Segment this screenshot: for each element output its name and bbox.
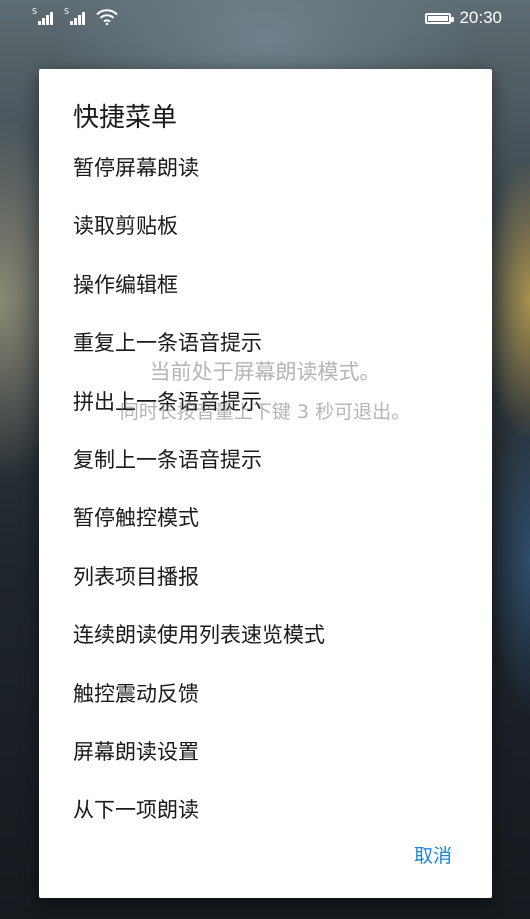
wifi-icon — [96, 9, 118, 25]
menu-item[interactable]: 复制上一条语音提示 — [73, 437, 463, 483]
menu-item[interactable]: 暂停屏幕朗读 — [73, 145, 463, 191]
cell-signal-icon: S — [32, 7, 56, 25]
menu-item[interactable]: 列表项目播报 — [73, 554, 463, 600]
sim1-label: S — [32, 7, 38, 16]
battery-level-fill — [428, 15, 449, 21]
menu-item[interactable]: 屏幕朗读设置 — [73, 729, 463, 775]
menu-item[interactable]: 触控震动反馈 — [73, 671, 463, 717]
menu-item[interactable]: 读取剪贴板 — [73, 203, 463, 249]
cancel-button[interactable]: 取消 — [410, 835, 456, 874]
menu-item[interactable]: 连续朗读使用列表速览模式 — [73, 612, 463, 658]
cell-signal-icon-2: S — [64, 7, 88, 25]
clock: 20:30 — [459, 8, 502, 27]
status-bar: S S 20:30 — [0, 0, 530, 38]
menu-item[interactable]: 拼出上一条语音提示 — [73, 379, 463, 425]
shortcut-menu-dialog: 快捷菜单 暂停屏幕朗读 读取剪贴板操作编辑框重复上一条语音提示 拼出上一条语音提示复… — [39, 69, 492, 898]
menu-item[interactable]: 从下一项朗读 — [73, 787, 463, 833]
dialog-title: 快捷菜单 — [73, 103, 178, 133]
sim2-label: S — [64, 7, 70, 16]
menu-item[interactable]: 操作编辑框 — [73, 262, 463, 308]
status-right: 20:30 — [425, 8, 502, 28]
battery-icon — [425, 12, 455, 24]
menu-item[interactable]: 暂停触控模式 — [73, 495, 463, 541]
status-left: S S — [32, 7, 118, 25]
menu-item[interactable]: 重复上一条语音提示 — [73, 320, 463, 366]
